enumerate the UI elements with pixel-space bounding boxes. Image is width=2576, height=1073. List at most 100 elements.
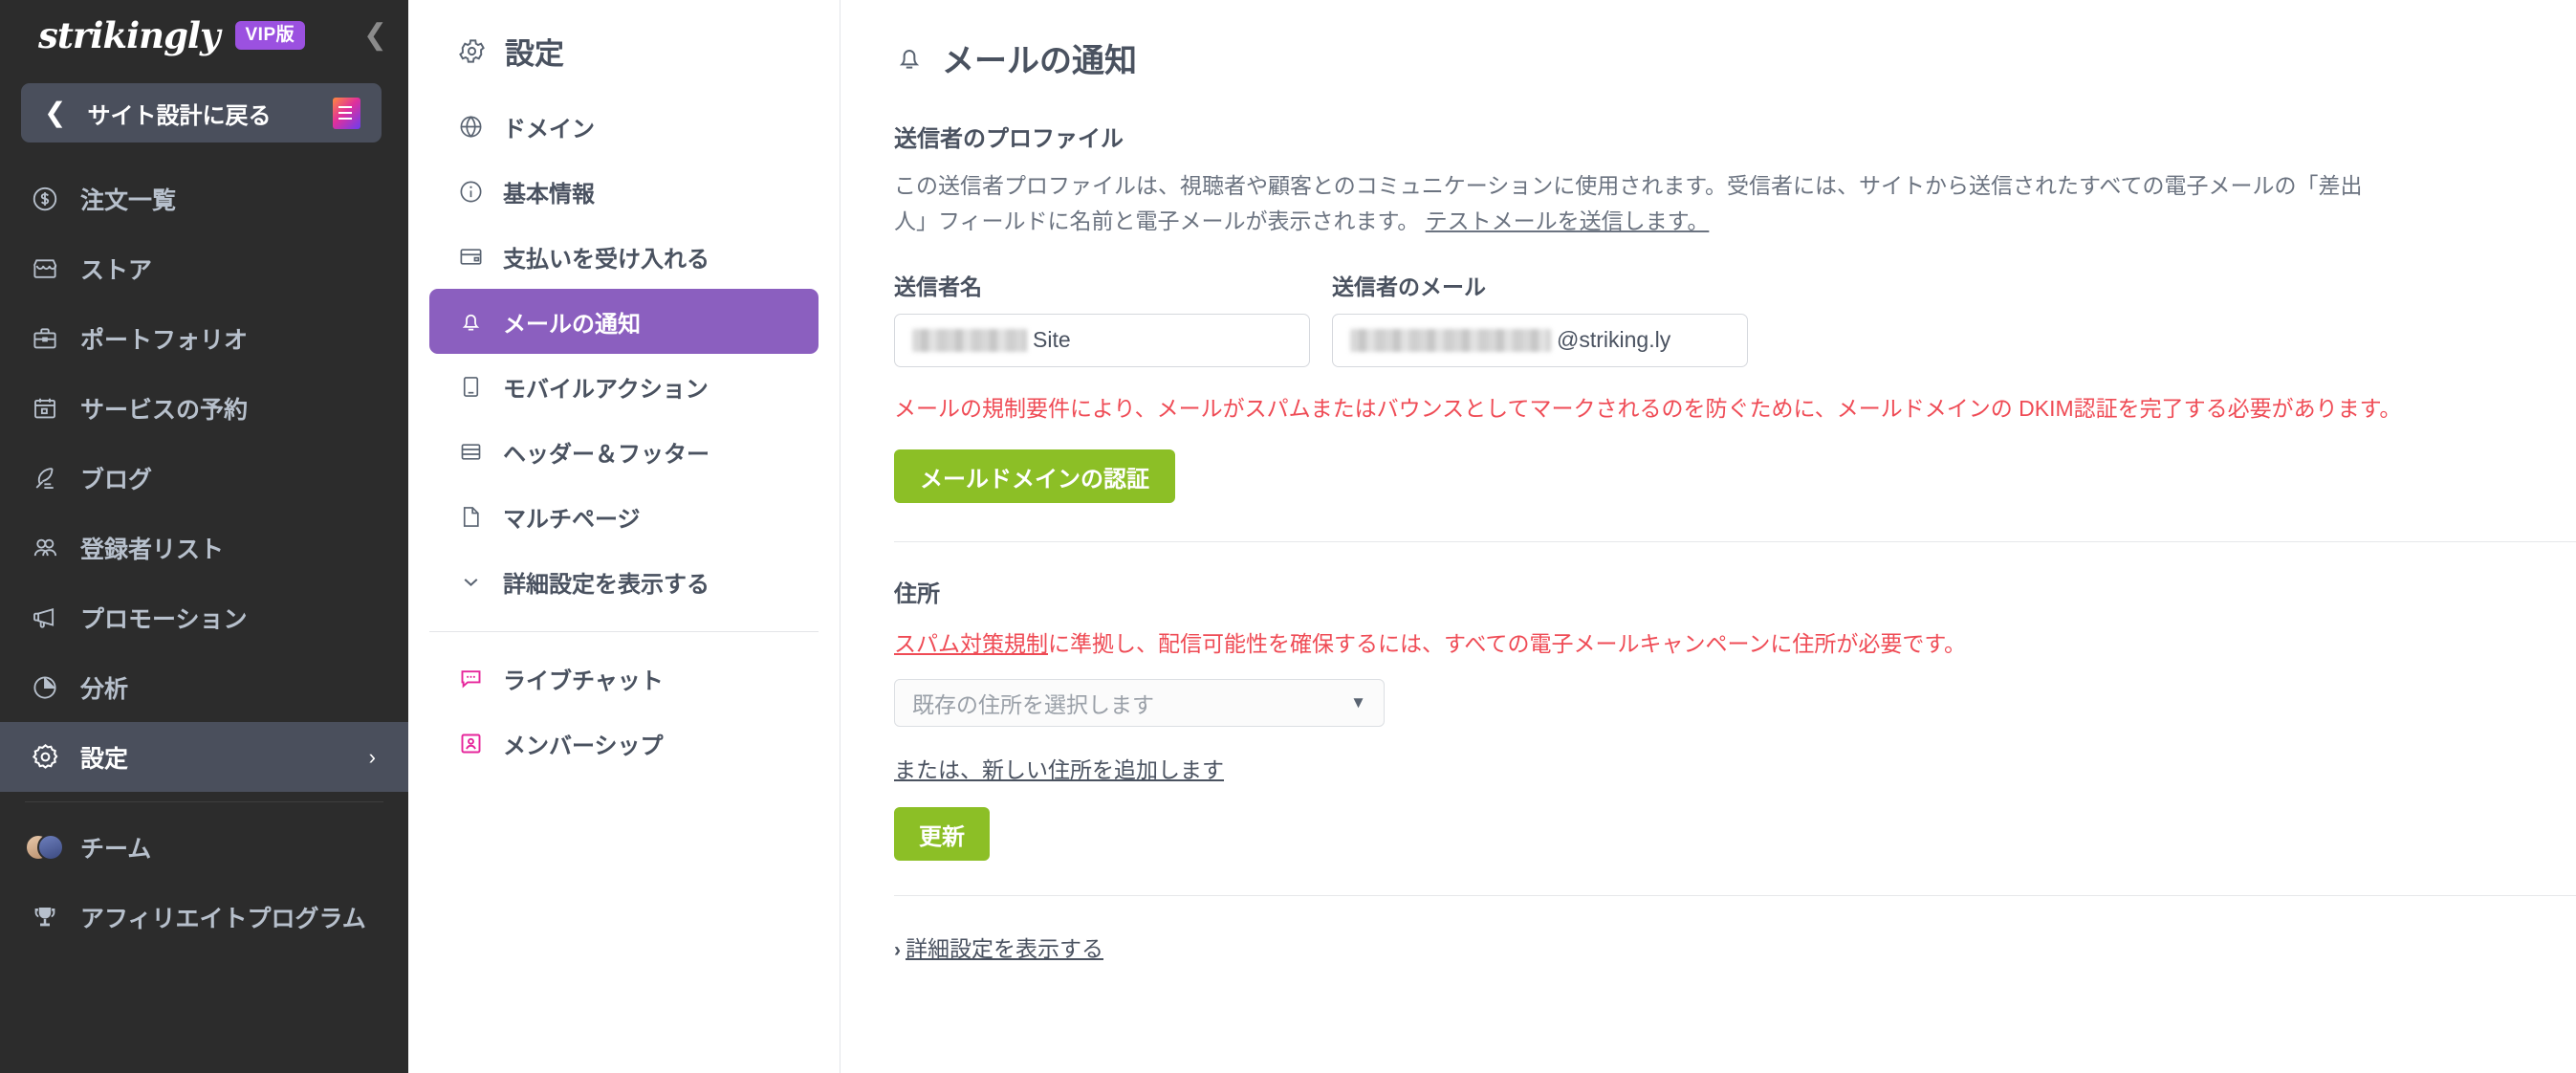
subnav-list: ドメイン 基本情報 支払いを受け入れる メールの通知 モバイルアクション ヘッダ… bbox=[408, 94, 840, 776]
subnav-item-domain[interactable]: ドメイン bbox=[429, 94, 819, 159]
sidebar-item-team[interactable]: チーム bbox=[0, 812, 408, 882]
sender-name-label: 送信者名 bbox=[894, 274, 982, 299]
team-avatars-icon bbox=[25, 831, 65, 864]
subnav-item-email-notifications[interactable]: メールの通知 bbox=[429, 289, 819, 354]
bell-icon bbox=[894, 43, 925, 74]
calendar-icon bbox=[25, 394, 65, 423]
sidebar-divider bbox=[25, 801, 383, 802]
sidebar-item-orders[interactable]: 注文一覧 bbox=[0, 164, 408, 233]
sidebar-item-portfolio[interactable]: ポートフォリオ bbox=[0, 303, 408, 373]
settings-subnav: 設定 ドメイン 基本情報 支払いを受け入れる メールの通知 モバイルアクション … bbox=[408, 0, 840, 1073]
subnav-item-live-chat[interactable]: ライブチャット bbox=[429, 646, 819, 711]
sidebar-item-label: サービスの予約 bbox=[80, 396, 249, 424]
sidebar-item-subscribers[interactable]: 登録者リスト bbox=[0, 513, 408, 582]
subnav-item-mobile-actions[interactable]: モバイルアクション bbox=[429, 354, 819, 419]
trophy-icon bbox=[25, 903, 65, 931]
subnav-item-label: 詳細設定を表示する bbox=[503, 571, 709, 598]
sidebar-item-label: 注文一覧 bbox=[80, 186, 177, 214]
sender-name-value: Site bbox=[1033, 327, 1071, 352]
pie-chart-icon bbox=[25, 673, 65, 702]
subnav-item-label: メンバーシップ bbox=[503, 733, 664, 759]
sidebar-item-label: ブログ bbox=[80, 466, 153, 493]
subnav-item-label: ライブチャット bbox=[503, 668, 664, 694]
subnav-item-show-advanced[interactable]: 詳細設定を表示する bbox=[429, 549, 819, 614]
sidebar-item-analytics[interactable]: 分析 bbox=[0, 652, 408, 722]
field-spacer bbox=[1310, 269, 1332, 367]
sender-email-field-group: 送信者のメール @striking.ly bbox=[1332, 269, 1748, 367]
subnav-item-label: 基本情報 bbox=[503, 181, 595, 208]
sender-fields-row: 送信者名 Site 送信者のメール @striking.ly bbox=[894, 269, 2576, 367]
redacted-value bbox=[912, 328, 1027, 352]
sidebar-item-label: 分析 bbox=[80, 675, 129, 703]
select-placeholder: 既存の住所を選択します bbox=[912, 692, 1154, 717]
subnav-item-header-footer[interactable]: ヘッダー＆フッター bbox=[429, 419, 819, 484]
spam-regulation-link[interactable]: スパム対策規制 bbox=[894, 631, 1048, 656]
chevron-down-icon: ▼ bbox=[1350, 693, 1366, 712]
gear-icon bbox=[25, 742, 65, 772]
vip-badge: VIP版 bbox=[234, 21, 306, 50]
sidebar-header: strikingly VIP版 ❮ bbox=[0, 0, 408, 71]
sidebar-item-promotion[interactable]: プロモーション bbox=[0, 582, 408, 652]
address-heading: 住所 bbox=[894, 581, 940, 607]
subnav-item-label: メールの通知 bbox=[503, 311, 641, 338]
sender-profile-heading: 送信者のプロファイル bbox=[894, 126, 1124, 152]
subnav-item-accept-payments[interactable]: 支払いを受け入れる bbox=[429, 224, 819, 289]
gear-icon bbox=[454, 36, 489, 66]
sidebar-item-store[interactable]: ストア bbox=[0, 233, 408, 303]
sidebar-item-blog[interactable]: ブログ bbox=[0, 443, 408, 513]
address-warning: スパム対策規制に準拠し、配信可能性を確保するには、すべての電子メールキャンペーン… bbox=[894, 625, 2576, 658]
existing-address-select[interactable]: 既存の住所を選択します ▼ bbox=[894, 679, 1385, 727]
sender-email-label: 送信者のメール bbox=[1332, 274, 1486, 299]
quill-icon bbox=[25, 464, 65, 493]
subnav-divider bbox=[429, 631, 819, 632]
subnav-title-label: 設定 bbox=[505, 36, 564, 71]
back-to-site-editor-button[interactable]: ❮ サイト設計に戻る bbox=[21, 83, 382, 142]
sidebar-item-label: プロモーション bbox=[80, 605, 248, 633]
sidebar-item-affiliate-program[interactable]: アフィリエイトプログラム bbox=[0, 882, 408, 952]
section-divider bbox=[894, 541, 2576, 542]
subnav-item-multipage[interactable]: マルチページ bbox=[429, 484, 819, 549]
page-icon bbox=[454, 504, 487, 530]
redacted-value bbox=[1350, 328, 1551, 352]
member-card-icon bbox=[454, 731, 487, 756]
update-button[interactable]: 更新 bbox=[894, 807, 990, 861]
verify-email-domain-button[interactable]: メールドメインの認証 bbox=[894, 449, 1175, 503]
chevron-right-icon: › bbox=[894, 939, 901, 961]
sidebar-item-label: チーム bbox=[80, 835, 152, 863]
subnav-item-membership[interactable]: メンバーシップ bbox=[429, 711, 819, 776]
info-circle-icon bbox=[454, 179, 487, 205]
sidebar-item-settings[interactable]: 設定 › bbox=[0, 722, 408, 792]
subnav-title: 設定 bbox=[408, 21, 840, 80]
subnav-item-basic-info[interactable]: 基本情報 bbox=[429, 159, 819, 224]
sender-name-input[interactable]: Site bbox=[894, 313, 1310, 367]
chevron-left-icon: ❮ bbox=[44, 98, 67, 127]
sidebar-item-label: アフィリエイトプログラム bbox=[80, 905, 366, 932]
sidebar-item-label: 登録者リスト bbox=[80, 536, 225, 563]
subnav-item-label: マルチページ bbox=[503, 506, 641, 533]
send-test-mail-link[interactable]: テストメールを送信します。 bbox=[1426, 208, 1710, 233]
credit-card-icon bbox=[454, 244, 487, 270]
document-icon[interactable] bbox=[333, 97, 360, 129]
users-icon bbox=[25, 534, 65, 562]
show-advanced-settings-link[interactable]: › 詳細設定を表示する bbox=[894, 931, 1103, 963]
briefcase-icon bbox=[25, 324, 65, 353]
sidebar-collapse-icon[interactable]: ❮ bbox=[363, 21, 387, 50]
sidebar-item-label: 設定 bbox=[80, 745, 129, 773]
layout-rows-icon bbox=[454, 439, 487, 465]
page-header: メールの通知 bbox=[894, 34, 2576, 81]
globe-icon bbox=[454, 114, 487, 140]
description-line-2: 人」フィールドに名前と電子メールが表示されます。 bbox=[894, 208, 1420, 234]
chat-bubble-icon bbox=[454, 666, 487, 691]
sidebar-item-label: ストア bbox=[80, 256, 153, 284]
sender-email-input[interactable]: @striking.ly bbox=[1332, 313, 1748, 367]
app-root: strikingly VIP版 ❮ ❮ サイト設計に戻る 注文一覧 ストア ポー… bbox=[0, 0, 2576, 1073]
strikingly-logo: strikingly bbox=[38, 14, 220, 56]
sender-email-value: @striking.ly bbox=[1557, 327, 1671, 352]
sidebar-nav: 注文一覧 ストア ポートフォリオ サービスの予約 ブログ 登録者リスト プロモー… bbox=[0, 164, 408, 952]
chevron-down-icon bbox=[454, 570, 487, 594]
add-new-address-link[interactable]: または、新しい住所を追加します bbox=[894, 752, 1224, 784]
sender-profile-description: この送信者プロファイルは、視聴者や顧客とのコミュニケーションに使用されます。受信… bbox=[894, 168, 2576, 240]
dollar-circle-icon bbox=[25, 185, 65, 213]
sidebar-item-service-booking[interactable]: サービスの予約 bbox=[0, 373, 408, 443]
sender-name-field-group: 送信者名 Site bbox=[894, 269, 1310, 367]
